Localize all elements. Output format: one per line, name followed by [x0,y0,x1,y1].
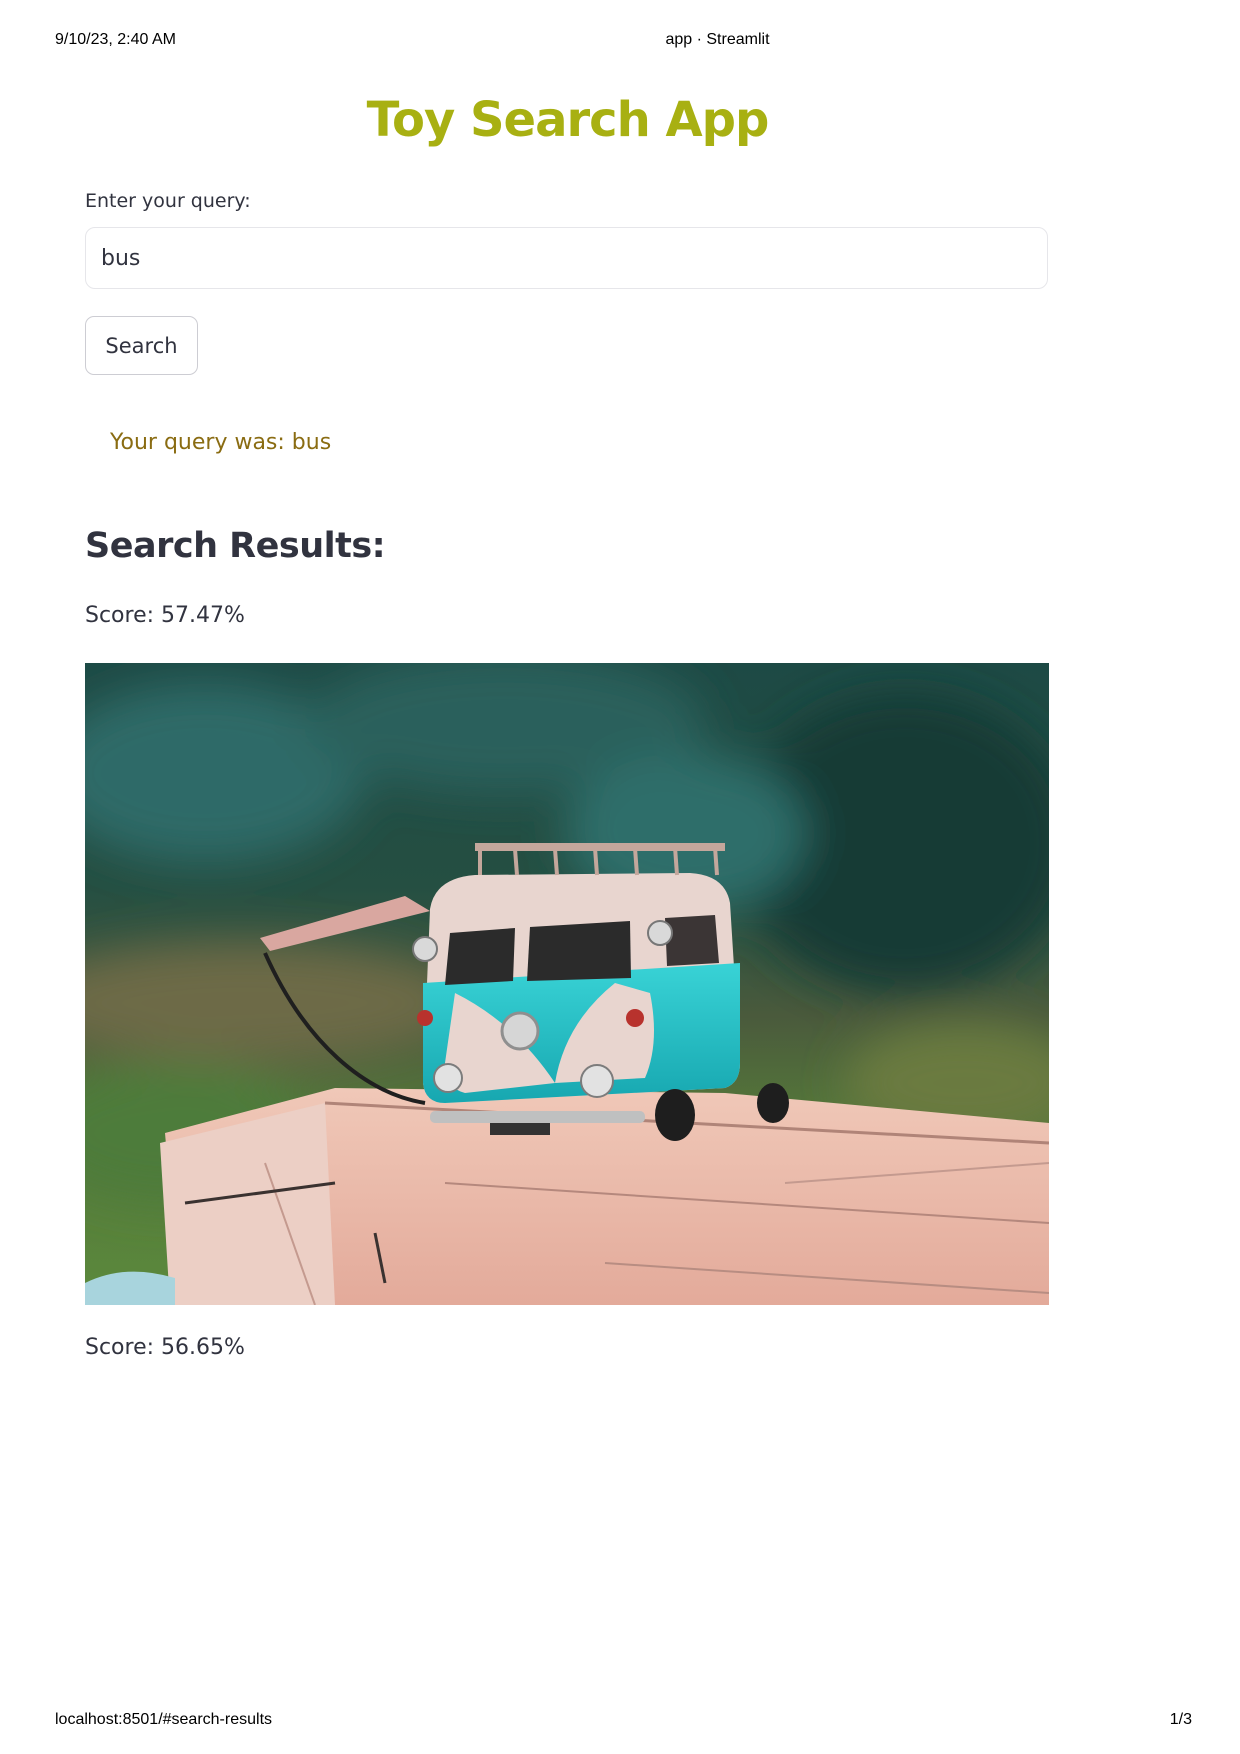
print-footer-url: localhost:8501/#search-results [55,1711,273,1728]
query-echo-text: Your query was: bus [110,430,332,455]
result-score: Score: 56.65% [85,1335,245,1360]
query-input[interactable] [85,227,1048,289]
app-title: Toy Search App [366,92,770,148]
print-header-page-title: app · Streamlit [665,31,770,48]
search-results-heading: Search Results: [85,526,386,566]
result-score: Score: 57.47% [85,603,245,628]
search-button[interactable]: Search [85,316,198,375]
query-label: Enter your query: [85,190,251,212]
result-image-toy-bus [85,663,1049,1305]
print-footer-page-number: 1/3 [1169,1711,1192,1728]
